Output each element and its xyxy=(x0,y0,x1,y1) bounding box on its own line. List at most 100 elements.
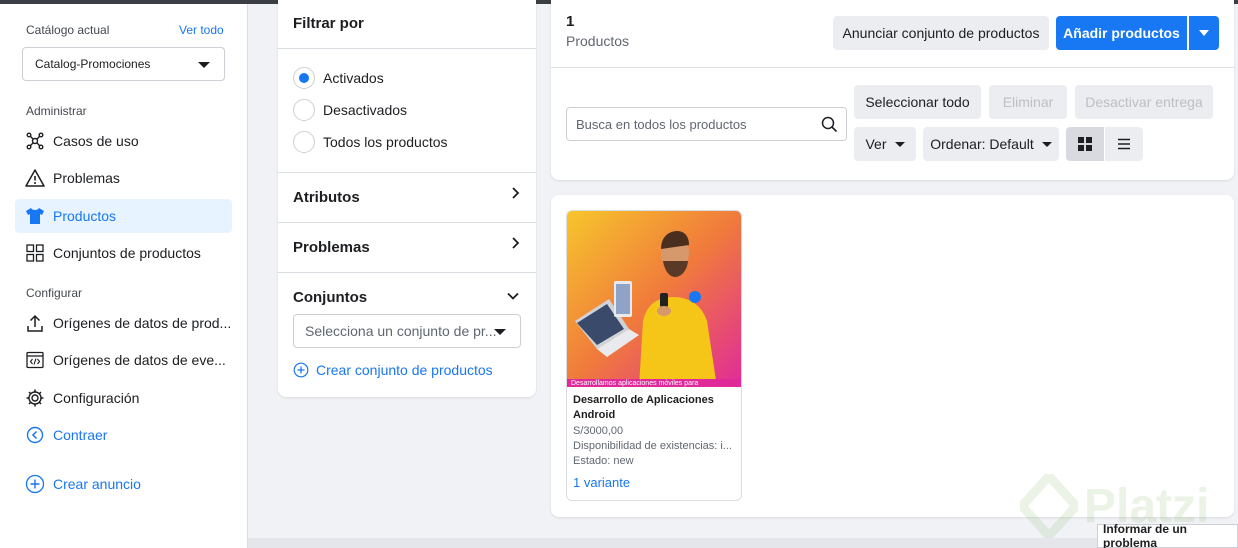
product-set-select[interactable]: Selecciona un conjunto de pr... xyxy=(293,314,521,348)
report-problem-button[interactable]: Informar de un problema xyxy=(1097,522,1238,548)
create-ad-label: Crear anuncio xyxy=(53,476,141,492)
bottom-bar xyxy=(248,538,1238,548)
add-products-label: Añadir productos xyxy=(1063,25,1180,41)
sidebar: Catálogo actual Ver todo Catalog-Promoci… xyxy=(0,4,248,548)
chevron-down-icon xyxy=(1041,141,1052,147)
add-products-dropdown[interactable] xyxy=(1189,16,1219,50)
radio-checked-icon xyxy=(293,67,315,89)
chevron-right-icon[interactable] xyxy=(510,186,520,203)
search-icon[interactable] xyxy=(821,116,838,136)
sidebar-item-label: Orígenes de datos de eve... xyxy=(53,352,226,368)
chevron-down-icon xyxy=(198,62,210,68)
grid-view-button[interactable] xyxy=(1066,127,1104,161)
product-state: Estado: new xyxy=(573,455,634,467)
sidebar-item-products[interactable]: Productos xyxy=(15,199,232,233)
catalog-label: Catálogo actual xyxy=(26,23,110,37)
radio-label: Todos los productos xyxy=(323,134,448,150)
products-header: 1 Productos Anunciar conjunto de product… xyxy=(551,0,1234,180)
delete-label: Eliminar xyxy=(1002,94,1054,110)
product-variants-link[interactable]: 1 variante xyxy=(573,475,630,490)
search-placeholder: Busca en todos los productos xyxy=(576,116,747,132)
product-count-label: Productos xyxy=(566,33,630,49)
announce-set-label: Anunciar conjunto de productos xyxy=(842,25,1040,41)
divider xyxy=(278,272,536,273)
search-input[interactable]: Busca en todos los productos xyxy=(566,107,847,141)
divider xyxy=(551,67,1234,68)
sidebar-item-event-data-sources[interactable]: Orígenes de datos de eve... xyxy=(15,343,232,377)
view-dropdown[interactable]: Ver xyxy=(854,127,916,161)
product-name[interactable]: Desarrollo de Aplicaciones Android xyxy=(573,393,738,423)
sidebar-item-label: Conjuntos de productos xyxy=(53,245,201,261)
sidebar-item-label: Problemas xyxy=(53,170,120,186)
chevron-down-icon[interactable] xyxy=(506,288,520,304)
plus-circle-icon xyxy=(25,474,45,494)
filter-panel: Filtrar por Activados Desactivados Todos… xyxy=(278,0,536,397)
deactivate-delivery-label: Desactivar entrega xyxy=(1085,94,1203,110)
divider xyxy=(278,172,536,173)
product-availability: Disponibilidad de existencias: i... xyxy=(573,440,732,452)
chevron-right-icon[interactable] xyxy=(510,236,520,253)
sort-label: Ordenar: Default xyxy=(930,136,1034,152)
create-ad-button[interactable]: Crear anuncio xyxy=(15,467,232,501)
sidebar-item-label: Orígenes de datos de prod... xyxy=(53,315,232,331)
product-set-placeholder: Selecciona un conjunto de pr... xyxy=(305,323,497,339)
filter-section-problems[interactable]: Problemas xyxy=(293,239,370,256)
view-label: Ver xyxy=(865,136,887,152)
sort-dropdown[interactable]: Ordenar: Default xyxy=(923,127,1059,161)
product-grid: Desarrollamos aplicaciones móviles para … xyxy=(551,195,1234,517)
product-count: 1 xyxy=(566,13,575,30)
see-all-link[interactable]: Ver todo xyxy=(179,23,224,37)
create-set-label: Crear conjunto de productos xyxy=(316,362,493,378)
radio-activated[interactable]: Activados xyxy=(293,67,384,89)
announce-set-button[interactable]: Anunciar conjunto de productos xyxy=(833,16,1049,50)
section-config-label: Configurar xyxy=(26,286,83,300)
sidebar-item-use-cases[interactable]: Casos de uso xyxy=(15,124,232,158)
sidebar-item-settings[interactable]: Configuración xyxy=(15,381,232,415)
chevron-down-icon xyxy=(894,141,905,147)
sidebar-item-label: Productos xyxy=(53,208,117,224)
delete-button[interactable]: Eliminar xyxy=(989,85,1067,119)
select-all-button[interactable]: Seleccionar todo xyxy=(854,85,981,119)
sidebar-item-problems[interactable]: Problemas xyxy=(15,161,232,195)
add-products-button[interactable]: Añadir productos xyxy=(1056,16,1187,50)
filter-section-attributes[interactable]: Atributos xyxy=(293,189,360,206)
radio-all-products[interactable]: Todos los productos xyxy=(293,131,448,153)
select-all-label: Seleccionar todo xyxy=(865,94,970,110)
filter-title: Filtrar por xyxy=(293,15,364,32)
list-view-button[interactable] xyxy=(1105,127,1143,161)
catalog-selected-value: Catalog-Promociones xyxy=(35,57,151,71)
catalog-select[interactable]: Catalog-Promociones xyxy=(22,47,225,81)
radio-label: Activados xyxy=(323,70,384,86)
tshirt-icon xyxy=(25,206,45,226)
warning-icon xyxy=(25,168,45,188)
sidebar-item-label: Contraer xyxy=(53,427,108,443)
gear-icon xyxy=(25,388,45,408)
radio-label: Desactivados xyxy=(323,102,408,118)
product-price: S/3000,00 xyxy=(573,425,624,437)
collapse-icon xyxy=(25,425,45,445)
sidebar-item-collapse[interactable]: Contraer xyxy=(15,418,232,452)
create-product-set-link[interactable]: Crear conjunto de productos xyxy=(293,362,493,378)
radio-unchecked-icon xyxy=(293,131,315,153)
radio-unchecked-icon xyxy=(293,99,315,121)
sidebar-item-product-data-sources[interactable]: Orígenes de datos de prod... xyxy=(15,306,232,340)
deactivate-delivery-button[interactable]: Desactivar entrega xyxy=(1075,85,1213,119)
upload-icon xyxy=(25,313,45,333)
report-problem-label: Informar de un problema xyxy=(1103,522,1188,548)
radio-deactivated[interactable]: Desactivados xyxy=(293,99,407,121)
use-cases-icon xyxy=(25,131,45,151)
divider xyxy=(278,222,536,223)
plus-circle-icon xyxy=(293,362,309,378)
image-caption: Desarrollamos aplicaciones móviles para xyxy=(571,380,698,387)
list-view-icon xyxy=(1116,136,1132,152)
sidebar-item-label: Casos de uso xyxy=(53,133,139,149)
product-card[interactable]: Desarrollamos aplicaciones móviles para … xyxy=(566,210,742,501)
product-image[interactable]: Desarrollamos aplicaciones móviles para xyxy=(567,211,741,387)
filter-section-sets[interactable]: Conjuntos xyxy=(293,289,367,306)
code-icon xyxy=(25,350,45,370)
chevron-down-icon xyxy=(494,329,506,335)
grid-view-icon xyxy=(1077,136,1093,152)
sidebar-item-product-sets[interactable]: Conjuntos de productos xyxy=(15,236,232,270)
section-manage-label: Administrar xyxy=(26,104,87,118)
sidebar-item-label: Configuración xyxy=(53,390,140,406)
